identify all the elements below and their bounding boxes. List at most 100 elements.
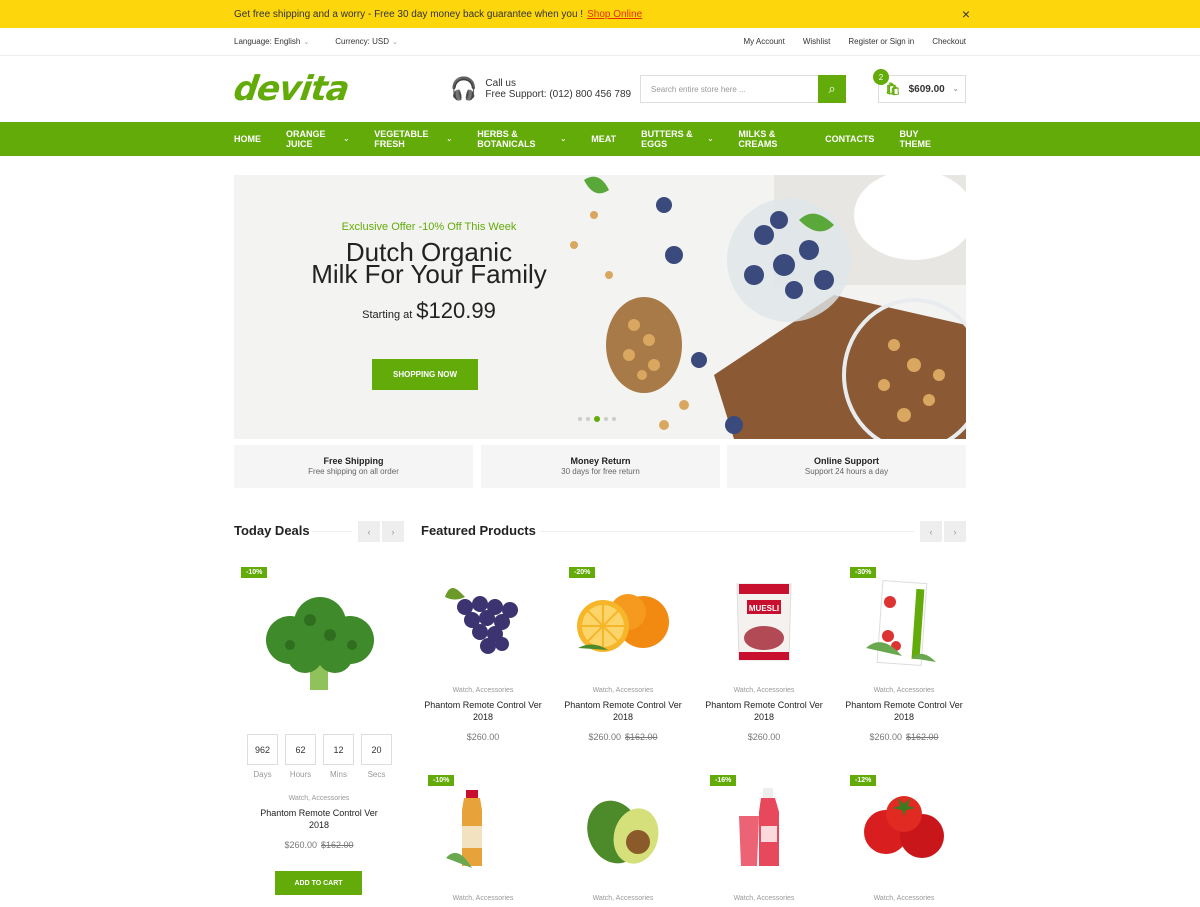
product-card: Watch, Accessories Phantom Remote Contro… — [694, 687, 834, 742]
product-category[interactable]: Watch, Accessories — [249, 795, 389, 802]
countdown-hours: 62 Hours — [285, 734, 316, 779]
feature-free-shipping: Free Shipping Free shipping on all order — [234, 445, 473, 488]
product-category[interactable]: Watch, Accessories — [553, 895, 693, 902]
slider-dot[interactable] — [604, 417, 608, 421]
product-category[interactable]: Watch, Accessories — [413, 687, 553, 694]
product-name[interactable]: Phantom Remote Control Ver 2018 — [249, 807, 389, 831]
product-card: Watch, Accessories Phantom Remote Contro… — [413, 687, 553, 742]
cart-total: $609.00 — [908, 83, 945, 95]
product-card: Watch, Accessories — [553, 895, 693, 907]
countdown-timer: 962 Days 62 Hours 12 Mins 20 Secs — [247, 734, 392, 779]
slider-dot[interactable] — [578, 417, 582, 421]
product-category[interactable]: Watch, Accessories — [553, 687, 693, 694]
product-price: $260.00 — [747, 732, 781, 742]
promo-text: Get free shipping and a worry - Free 30 … — [234, 8, 643, 20]
slider-dot[interactable] — [612, 417, 616, 421]
chevron-down-icon: ⌄ — [392, 39, 398, 46]
search-button[interactable]: ⌕ — [818, 75, 846, 103]
countdown-days: 962 Days — [247, 734, 278, 779]
register-link[interactable]: Register or Sign in — [848, 37, 914, 46]
cart-count-badge: 2 — [873, 69, 889, 85]
logo[interactable]: devita — [231, 69, 453, 109]
chevron-left-icon[interactable]: ‹ — [920, 521, 942, 542]
countdown-secs: 20 Secs — [361, 734, 392, 779]
drink-image[interactable] — [735, 786, 791, 870]
product-category[interactable]: Watch, Accessories — [834, 895, 974, 902]
chevron-left-icon[interactable]: ‹ — [358, 521, 380, 542]
checkout-link[interactable]: Checkout — [932, 37, 966, 46]
product-card: Watch, Accessories Phantom Remote Contro… — [834, 687, 974, 742]
product-card: Watch, Accessories — [694, 895, 834, 907]
avocado-image[interactable] — [584, 792, 662, 868]
muesli-image[interactable]: MUESLI — [733, 580, 795, 664]
chevron-down-icon: ⌄ — [303, 39, 310, 46]
featured-arrows: ‹ › — [920, 521, 966, 542]
close-icon[interactable]: × — [962, 6, 970, 22]
feature-online-support: Online Support Support 24 hours a day — [727, 445, 966, 488]
broccoli-image[interactable] — [260, 595, 378, 695]
juice-bottle-image[interactable] — [446, 788, 496, 872]
divider — [540, 531, 914, 532]
promo-bar: Get free shipping and a worry - Free 30 … — [0, 0, 1200, 28]
product-name[interactable]: Phantom Remote Control Ver 2018 — [834, 699, 974, 723]
hero-title-line2: Milk For Your Family — [311, 259, 547, 289]
nav-orange-juice[interactable]: ORANGE JUICE ⌄ — [286, 129, 349, 149]
product-price: $260.00 — [466, 732, 500, 742]
nav-butters-eggs[interactable]: BUTTERS & EGGS ⌄ — [641, 129, 713, 149]
search-form: Search entire store here ... ⌕ — [640, 75, 846, 103]
product-category[interactable]: Watch, Accessories — [413, 895, 553, 902]
today-deals-title: Today Deals — [234, 523, 310, 538]
language-select[interactable]: Language: English ⌄ — [234, 37, 309, 46]
product-price: $260.00 $162.00 — [588, 732, 658, 742]
search-icon: ⌕ — [828, 81, 836, 96]
tomato-image[interactable] — [860, 792, 946, 864]
nav-vegetable-fresh[interactable]: VEGETABLE FRESH ⌄ — [374, 129, 452, 149]
call-us-label: Call us — [485, 78, 516, 89]
discount-badge: -20% — [569, 567, 596, 578]
site-header: devita 🎧 Call us Free Support: (012) 800 … — [0, 56, 1200, 122]
product-name[interactable]: Phantom Remote Control Ver 2018 — [413, 699, 553, 723]
chevron-right-icon[interactable]: › — [944, 521, 966, 542]
orange-image[interactable] — [573, 590, 673, 656]
product-category[interactable]: Watch, Accessories — [694, 895, 834, 902]
slider-dot-active[interactable] — [594, 416, 600, 422]
chevron-right-icon[interactable]: › — [382, 521, 404, 542]
crispbread-image[interactable] — [862, 578, 938, 668]
wishlist-link[interactable]: Wishlist — [803, 37, 831, 46]
cart-button[interactable]: 2 🛍 $609.00 ⌄ — [873, 69, 966, 103]
product-category[interactable]: Watch, Accessories — [834, 687, 974, 694]
chevron-down-icon: ⌄ — [446, 136, 453, 143]
my-account-link[interactable]: My Account — [743, 37, 784, 46]
currency-select[interactable]: Currency: USD ⌄ — [335, 37, 398, 46]
nav-home[interactable]: HOME — [234, 134, 261, 144]
feature-money-return: Money Return 30 days for free return — [481, 445, 720, 488]
cart-icon: 🛍 — [885, 82, 901, 96]
nav-herbs[interactable]: HERBS & BOTANICALS ⌄ — [477, 129, 566, 149]
countdown-mins: 12 Mins — [323, 734, 354, 779]
add-to-cart-button[interactable]: ADD TO CART — [275, 871, 362, 895]
product-category[interactable]: Watch, Accessories — [694, 687, 834, 694]
discount-badge: -10% — [241, 567, 268, 578]
nav-buy-theme[interactable]: BUY THEME — [899, 129, 941, 149]
search-input[interactable]: Search entire store here ... — [640, 75, 818, 103]
nav-milks-creams[interactable]: MILKS & CREAMS — [738, 129, 800, 149]
shopping-now-button[interactable]: SHOPPING NOW — [372, 359, 478, 390]
deals-arrows: ‹ › — [358, 521, 404, 542]
discount-badge: -10% — [428, 775, 455, 786]
product-name[interactable]: Phantom Remote Control Ver 2018 — [694, 699, 834, 723]
grapes-image[interactable] — [440, 582, 526, 662]
divider — [312, 531, 352, 532]
product-name[interactable]: Phantom Remote Control Ver 2018 — [553, 699, 693, 723]
product-card: Watch, Accessories Phantom Remote Contro… — [553, 687, 693, 742]
product-card: Watch, Accessories — [834, 895, 974, 907]
nav-meat[interactable]: MEAT — [591, 134, 616, 144]
discount-badge: -16% — [710, 775, 737, 786]
featured-products-title: Featured Products — [421, 523, 536, 538]
support-info: 🎧 Call us Free Support: (012) 800 456 789 — [450, 76, 640, 102]
nav-contacts[interactable]: CONTACTS — [825, 134, 874, 144]
headset-icon: 🎧 — [450, 76, 478, 101]
shop-online-link[interactable]: Shop Online — [587, 9, 642, 20]
hero-price: Starting at $120.99 — [362, 298, 496, 323]
product-price: $260.00 $162.00 — [869, 732, 939, 742]
slider-dot[interactable] — [586, 417, 590, 421]
